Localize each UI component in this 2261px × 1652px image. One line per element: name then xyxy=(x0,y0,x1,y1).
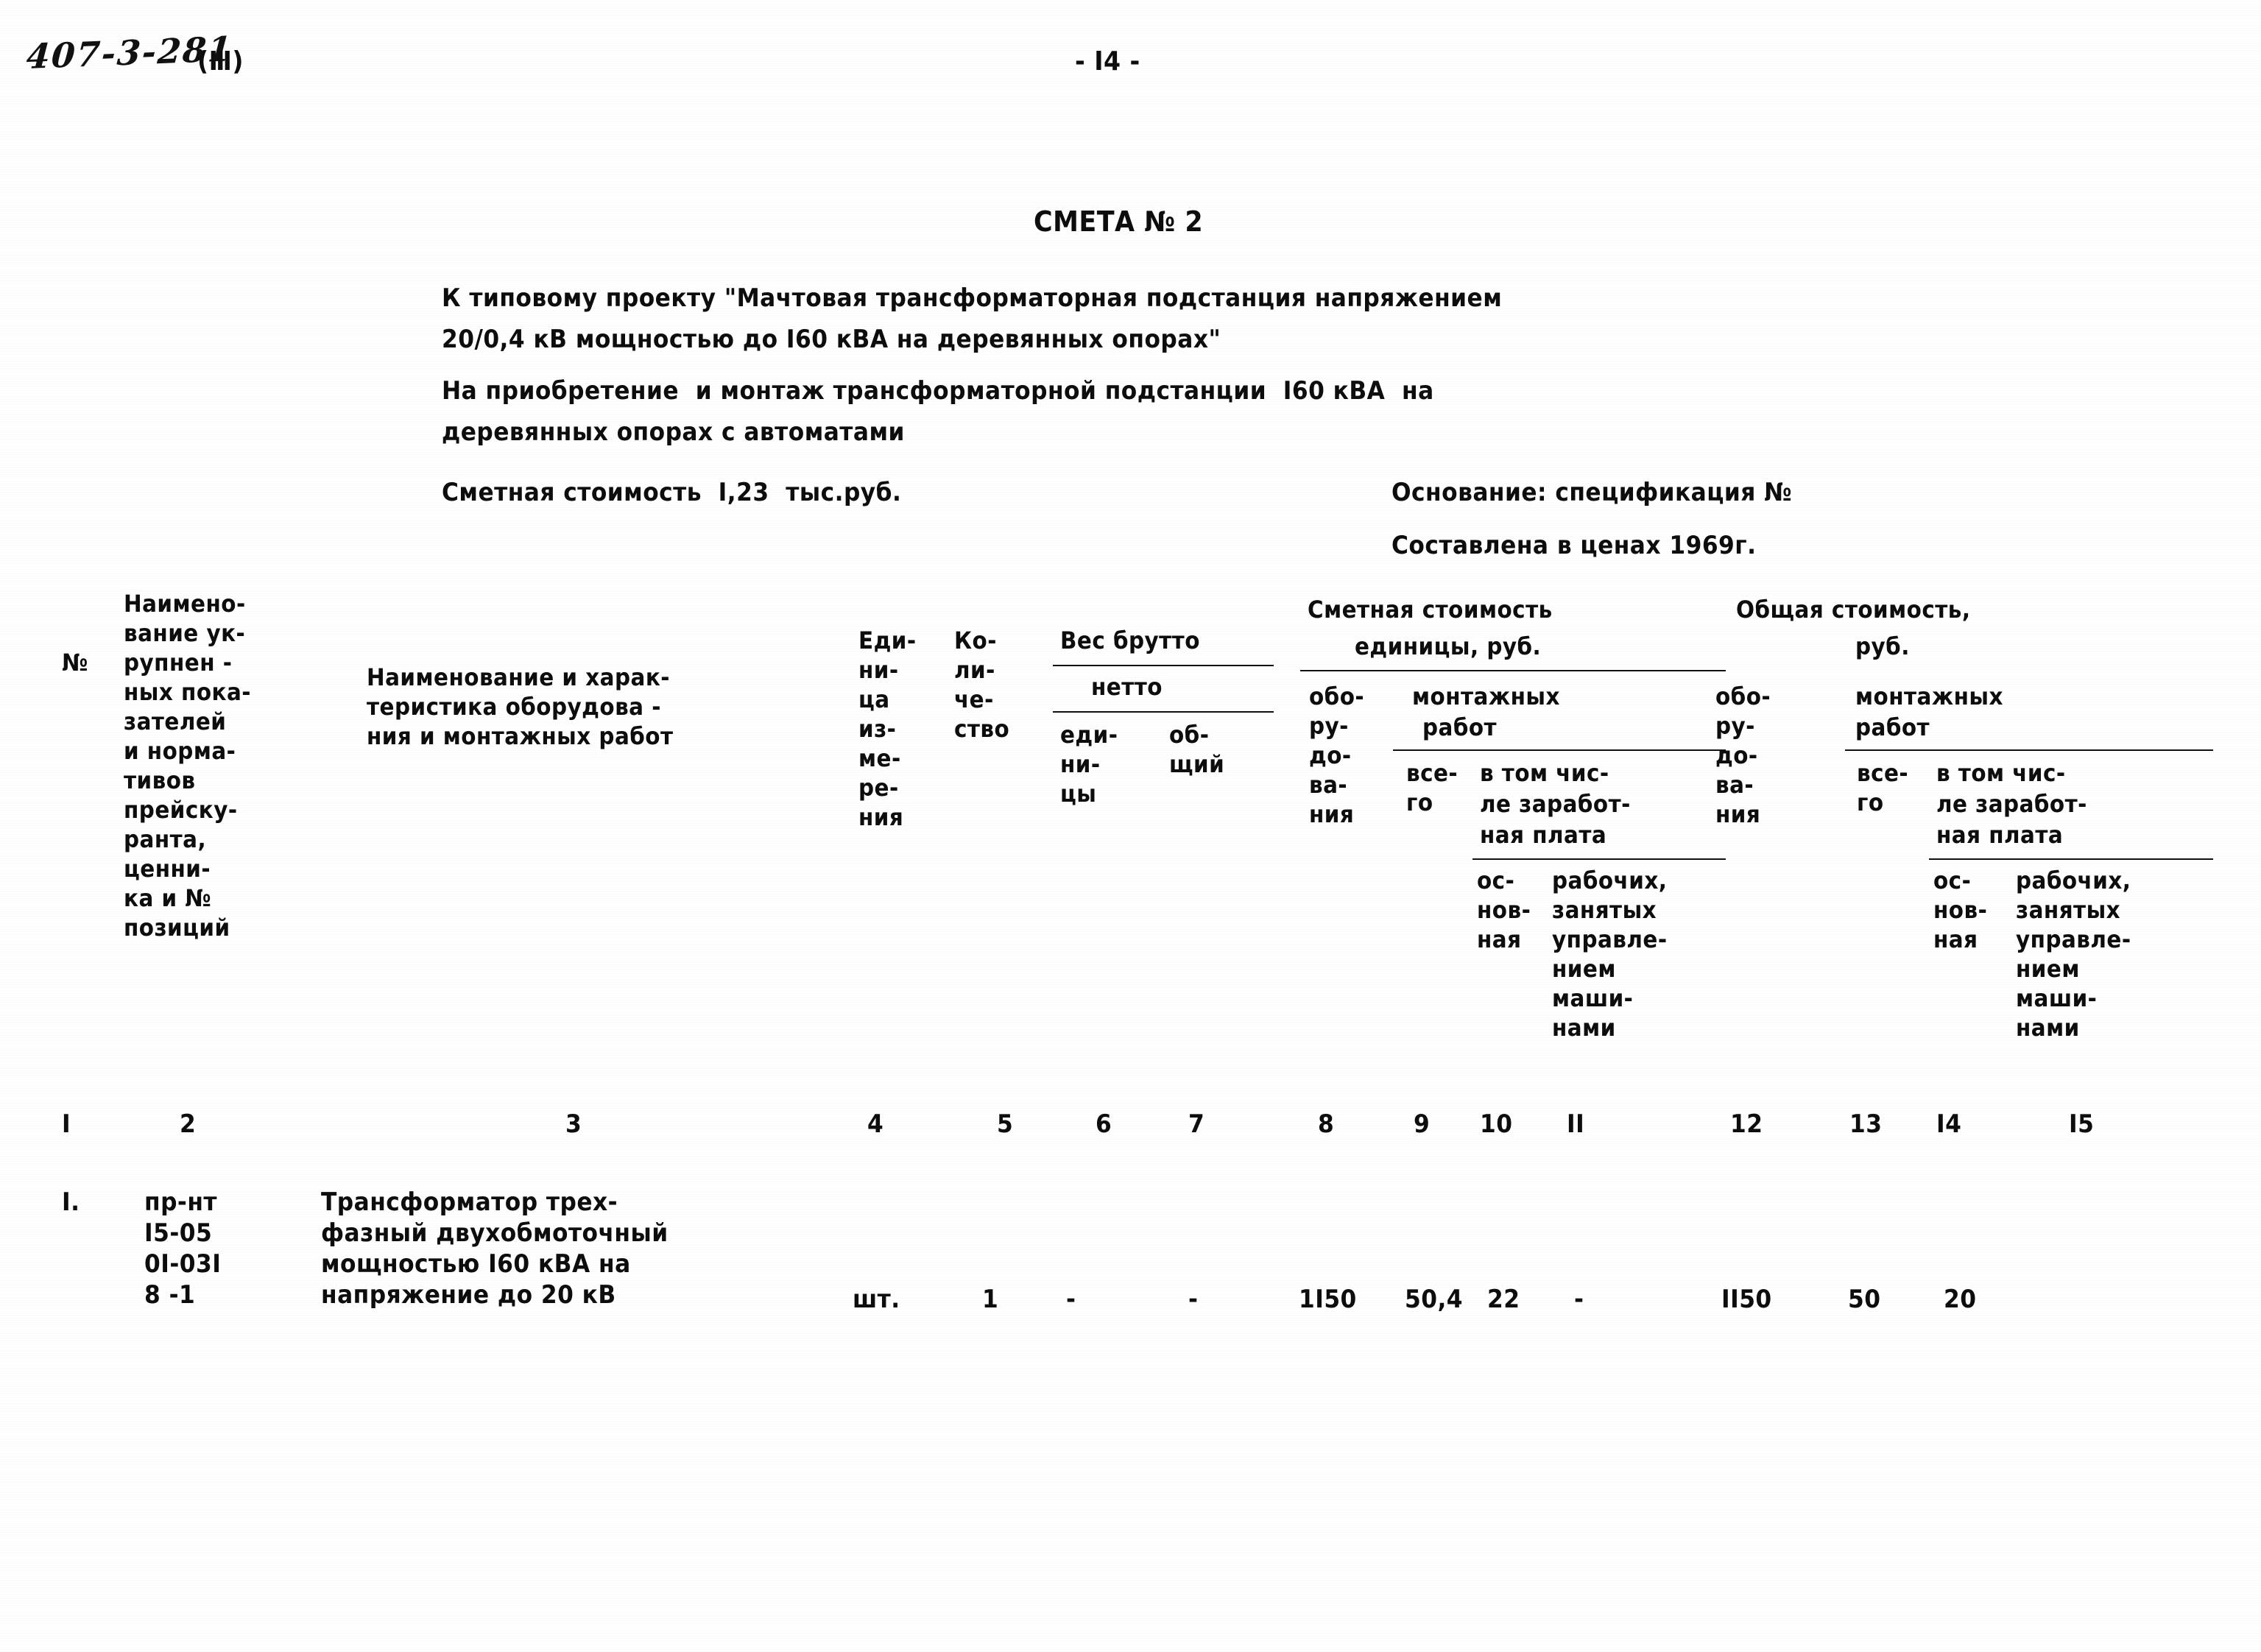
column-number-3: 3 xyxy=(565,1109,582,1139)
unit-wage-rule xyxy=(1472,858,1726,860)
column-number-14: I4 xyxy=(1936,1109,1962,1139)
table-header-unit-wage-line1: в том чис- xyxy=(1480,759,1609,787)
table-header-total-mount-line1: монтажных xyxy=(1855,682,2003,710)
row-total-equipment-cost: II50 xyxy=(1721,1285,1772,1314)
table-header-unit-wage-line3: ная плата xyxy=(1480,821,1607,849)
total-wage-rule xyxy=(1929,858,2213,860)
table-header-col6: еди- ни- цы xyxy=(1060,721,1118,808)
table-header-unit-cost-group-line1: Сметная стоимость xyxy=(1308,596,1553,624)
table-header-total-cost-group-line1: Общая стоимость, xyxy=(1736,596,1971,624)
row-weight-unit: - xyxy=(1066,1285,1076,1314)
scan-grain-overlay xyxy=(0,0,2261,1652)
row-number: I. xyxy=(62,1187,80,1217)
row-quantity: 1 xyxy=(982,1285,999,1314)
basis-line-1: Основание: спецификация № xyxy=(1391,478,1793,507)
page-number: - I4 - xyxy=(1075,46,1140,77)
table-header-col10: ос- нов- ная xyxy=(1477,866,1531,953)
table-header-col7: об- щий xyxy=(1169,721,1225,778)
weight-rule-top xyxy=(1053,665,1274,666)
column-number-15: I5 xyxy=(2069,1109,2095,1139)
volume-marker: (Ⅲ) xyxy=(197,46,244,77)
row-weight-total: - xyxy=(1188,1285,1199,1314)
purpose-line-2: деревянных опорах с автоматами xyxy=(442,417,905,447)
column-number-10: 10 xyxy=(1480,1109,1513,1139)
column-number-12: 12 xyxy=(1730,1109,1763,1139)
table-header-col2: Наимено- вание ук- рупнен - ных пока- за… xyxy=(124,590,251,942)
table-header-col9: все- го xyxy=(1406,759,1458,816)
page-title: СМЕТА № 2 xyxy=(1034,205,1204,238)
table-header-unit-mount-line2: работ xyxy=(1422,713,1498,741)
column-number-1: I xyxy=(62,1109,71,1139)
column-number-5: 5 xyxy=(997,1109,1014,1139)
weight-rule-bottom xyxy=(1053,711,1274,713)
row-description: Трансформатор трех- фазный двухобмоточны… xyxy=(321,1187,669,1310)
table-header-col3: Наименование и харак- теристика оборудов… xyxy=(367,663,674,750)
unit-cost-group-rule xyxy=(1300,670,1726,671)
table-header-col4: Еди- ни- ца из- ме- ре- ния xyxy=(858,626,917,831)
row-unit-wage-machine: - xyxy=(1574,1285,1584,1314)
table-header-total-wage-line3: ная плата xyxy=(1936,821,2064,849)
row-code: пр-нт I5-05 0I-03I 8 -1 xyxy=(144,1187,222,1310)
table-header-col8: обо- ру- до- ва- ния xyxy=(1309,682,1365,828)
subtitle-line-2: 20/0,4 кВ мощностью до I60 кВА на деревя… xyxy=(442,325,1221,354)
estimate-cost: Сметная стоимость I,23 тыс.руб. xyxy=(442,478,902,507)
table-header-total-cost-group-line2: руб. xyxy=(1855,632,1910,660)
table-header-unit-wage-line2: ле заработ- xyxy=(1480,790,1631,818)
table-header-weight-net: нетто xyxy=(1091,673,1163,701)
row-total-wage-main: 20 xyxy=(1944,1285,1977,1314)
table-header-total-wage-line2: ле заработ- xyxy=(1936,790,2087,818)
table-header-col15: рабочих, занятых управле- нием маши- нам… xyxy=(2016,866,2131,1042)
column-number-2: 2 xyxy=(180,1109,197,1139)
purpose-line-1: На приобретение и монтаж трансформаторно… xyxy=(442,376,1434,406)
table-header-unit-cost-group-line2: единицы, руб. xyxy=(1355,632,1542,660)
document-page: 407-3-281 (Ⅲ) - I4 - СМЕТА № 2 К типовом… xyxy=(0,0,2261,1652)
row-total-mount-total: 50 xyxy=(1848,1285,1881,1314)
table-header-weight-gross: Вес брутто xyxy=(1060,626,1200,654)
unit-mount-rule xyxy=(1393,749,1726,751)
column-number-6: 6 xyxy=(1096,1109,1112,1139)
table-header-col12: обо- ру- до- ва- ния xyxy=(1715,682,1771,828)
subtitle-line-1: К типовому проекту "Мачтовая трансформат… xyxy=(442,283,1503,313)
table-header-total-wage-line1: в том чис- xyxy=(1936,759,2066,787)
column-number-11: II xyxy=(1567,1109,1585,1139)
column-number-7: 7 xyxy=(1188,1109,1205,1139)
table-header-col13: все- го xyxy=(1857,759,1909,816)
column-number-9: 9 xyxy=(1414,1109,1431,1139)
row-unit-mount-total: 50,4 xyxy=(1405,1285,1464,1314)
column-number-13: 13 xyxy=(1849,1109,1883,1139)
basis-line-2: Составлена в ценах 1969г. xyxy=(1391,531,1757,560)
table-header-col1: № xyxy=(62,649,88,677)
row-unit-wage-main: 22 xyxy=(1487,1285,1520,1314)
row-unit: шт. xyxy=(853,1285,900,1314)
table-header-total-mount-line2: работ xyxy=(1855,713,1930,741)
column-number-8: 8 xyxy=(1318,1109,1335,1139)
table-header-col11: рабочих, занятых управле- нием маши- нам… xyxy=(1552,866,1668,1042)
total-mount-rule xyxy=(1845,749,2213,751)
row-unit-equipment-cost: 1I50 xyxy=(1299,1285,1357,1314)
column-number-4: 4 xyxy=(867,1109,884,1139)
table-header-col5: Ко- ли- че- ство xyxy=(954,626,1010,743)
table-header-unit-mount-line1: монтажных xyxy=(1412,682,1560,710)
table-header-col14: ос- нов- ная xyxy=(1933,866,1988,953)
